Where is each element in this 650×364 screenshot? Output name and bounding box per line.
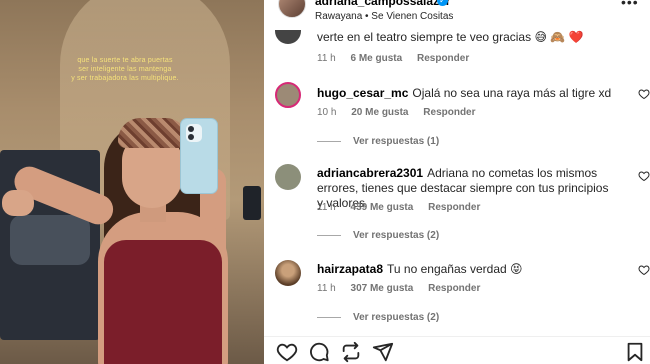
- comment-time: 11 h: [317, 202, 336, 213]
- person-figure: [0, 0, 264, 364]
- post-action-bar: [264, 336, 650, 364]
- send-icon[interactable]: [372, 341, 394, 363]
- comment-likes[interactable]: 439 Me gusta: [351, 202, 414, 213]
- comment-username[interactable]: hairzapata8: [317, 262, 383, 276]
- bookmark-icon[interactable]: [624, 341, 646, 363]
- comment-meta: 10 h 20 Me gusta Responder: [317, 107, 488, 118]
- comment-likes[interactable]: 307 Me gusta: [351, 283, 414, 294]
- comment-likes[interactable]: 20 Me gusta: [351, 107, 408, 118]
- more-icon[interactable]: •••: [621, 0, 639, 10]
- left-hand: [2, 190, 34, 216]
- comment-avatar[interactable]: [275, 164, 301, 190]
- view-replies-button[interactable]: Ver respuestas (1): [317, 136, 439, 147]
- comment-time: 11 h: [317, 283, 336, 294]
- phone-camera: [186, 124, 202, 142]
- comment-time: 11 h: [317, 53, 336, 64]
- comment-icon[interactable]: [308, 341, 330, 363]
- view-replies-button[interactable]: Ver respuestas (2): [317, 312, 439, 323]
- comment-meta: 11 h 439 Me gusta Responder: [317, 202, 492, 213]
- reel-video[interactable]: que la suerte te abra puertas ser inteli…: [0, 0, 264, 364]
- reply-button[interactable]: Responder: [423, 107, 475, 118]
- like-comment-heart-icon[interactable]: [638, 264, 650, 276]
- comment-likes[interactable]: 6 Me gusta: [351, 53, 403, 64]
- comment-text: hairzapata8 Tu no engañas verdad 😝: [317, 262, 617, 277]
- headscarf: [118, 118, 188, 148]
- phone-in-mirror: [180, 118, 218, 194]
- comment-meta: 11 h 6 Me gusta Responder: [317, 53, 481, 64]
- comment-text: verte en el teatro siempre te veo gracia…: [317, 30, 617, 45]
- comment-time: 10 h: [317, 107, 337, 118]
- comment-avatar[interactable]: [275, 30, 301, 44]
- comment-avatar[interactable]: [275, 82, 301, 108]
- comment-body: Tu no engañas verdad 😝: [387, 262, 523, 276]
- reply-button[interactable]: Responder: [417, 53, 469, 64]
- comments-panel: adriana_campossalazar ✓ Rawayana • Se Vi…: [264, 0, 650, 364]
- comment-username[interactable]: hugo_cesar_mc: [317, 86, 408, 100]
- poster-username[interactable]: adriana_campossalazar: [315, 0, 450, 8]
- comment-meta: 11 h 307 Me gusta Responder: [317, 283, 492, 294]
- post-header: adriana_campossalazar ✓ Rawayana • Se Vi…: [264, 0, 650, 26]
- comment-body: Ojalá no sea una raya más al tigre xd: [412, 86, 612, 100]
- comment-body: verte en el teatro siempre te veo gracia…: [317, 30, 584, 44]
- poster-avatar[interactable]: [278, 0, 306, 18]
- reply-button[interactable]: Responder: [428, 283, 480, 294]
- heart-icon[interactable]: [276, 341, 298, 363]
- comment-username[interactable]: adriancabrera2301: [317, 166, 423, 180]
- comment-avatar[interactable]: [275, 260, 301, 286]
- comment-text: hugo_cesar_mc Ojalá no sea una raya más a…: [317, 86, 617, 101]
- like-comment-heart-icon[interactable]: [638, 88, 650, 100]
- like-comment-heart-icon[interactable]: [638, 170, 650, 182]
- reply-button[interactable]: Responder: [428, 202, 480, 213]
- red-top: [104, 240, 222, 364]
- audio-track[interactable]: Rawayana • Se Vienen Cositas: [315, 11, 453, 22]
- view-replies-button[interactable]: Ver respuestas (2): [317, 230, 439, 241]
- share-repost-icon[interactable]: [340, 341, 362, 363]
